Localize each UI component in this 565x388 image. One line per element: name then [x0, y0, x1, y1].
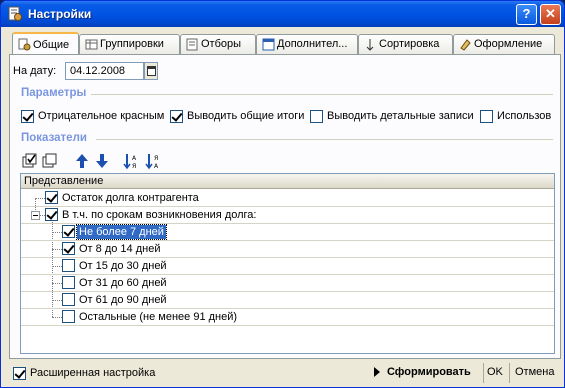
- window-title: Настройки: [28, 7, 92, 21]
- footer-separator: [483, 363, 484, 383]
- tab-groupings[interactable]: Группировки: [79, 34, 180, 54]
- checkbox[interactable]: [310, 110, 323, 123]
- calendar-icon: [147, 66, 156, 76]
- footer-separator: [509, 363, 510, 383]
- indicators-divider: [96, 139, 553, 140]
- filter-icon: [186, 38, 198, 51]
- svg-text:A: A: [154, 163, 159, 170]
- generate-button[interactable]: Сформировать: [371, 364, 481, 382]
- checkbox[interactable]: [170, 110, 183, 123]
- date-label: На дату:: [13, 65, 57, 77]
- row-checkbox[interactable]: [62, 293, 75, 306]
- tree-row[interactable]: От 8 до 14 дней: [21, 241, 554, 258]
- settings-window: Настройки ? ✕ Общие Группировки Отборы Д…: [0, 0, 565, 388]
- tree-row[interactable]: Остаток долга контрагента: [21, 190, 554, 207]
- gear-doc-icon: [18, 38, 31, 51]
- sort-icon: [366, 39, 374, 51]
- svg-text:Я: Я: [154, 155, 158, 162]
- parameters-divider: [91, 94, 553, 95]
- grid-icon: [85, 39, 98, 50]
- row-checkbox[interactable]: [45, 208, 58, 221]
- date-input[interactable]: 04.12.2008: [65, 62, 144, 80]
- close-button[interactable]: ✕: [540, 4, 561, 25]
- check-all-icon[interactable]: [21, 152, 39, 170]
- calendar-button[interactable]: [144, 62, 158, 80]
- tree-row-selected[interactable]: Не более 7 дней: [21, 224, 554, 241]
- tree-row[interactable]: От 31 до 60 дней: [21, 275, 554, 292]
- tab-filters[interactable]: Отборы: [180, 34, 256, 54]
- play-arrow-icon: [374, 367, 380, 377]
- checkbox[interactable]: [21, 110, 34, 123]
- parameters-title: Параметры: [21, 87, 87, 99]
- row-checkbox[interactable]: [45, 191, 58, 204]
- palette-icon: [460, 39, 471, 51]
- tree-row[interactable]: От 61 до 90 дней: [21, 292, 554, 309]
- sort-ascending-icon[interactable]: A Я: [123, 152, 141, 170]
- tab-sorting[interactable]: Сортировка: [358, 34, 453, 54]
- ok-button[interactable]: OK: [487, 366, 503, 378]
- tab-appearance[interactable]: Оформление: [453, 34, 555, 54]
- indicators-toolbar: A Я Я A: [21, 152, 221, 170]
- cancel-button[interactable]: Отмена: [515, 366, 554, 378]
- settings-doc-icon: [8, 6, 22, 21]
- advanced-settings-label: Расширенная настройка: [30, 367, 156, 379]
- tab-additional[interactable]: Дополнител...: [256, 34, 358, 54]
- row-checkbox[interactable]: [62, 259, 75, 272]
- help-button[interactable]: ?: [516, 4, 537, 25]
- title-bar: Настройки ? ✕: [1, 1, 564, 27]
- checkbox[interactable]: [480, 110, 493, 123]
- row-checkbox[interactable]: [62, 276, 75, 289]
- collapse-toggle-icon[interactable]: [31, 211, 40, 220]
- tree-row[interactable]: Остальные (не менее 91 дней): [21, 309, 554, 326]
- tree-row[interactable]: От 15 до 30 дней: [21, 258, 554, 275]
- advanced-settings-checkbox[interactable]: [13, 367, 26, 380]
- row-checkbox[interactable]: [62, 310, 75, 323]
- svg-text:Я: Я: [132, 163, 136, 170]
- svg-text:A: A: [132, 155, 137, 162]
- row-checkbox[interactable]: [62, 225, 75, 238]
- move-up-icon[interactable]: [73, 152, 91, 170]
- uncheck-all-icon[interactable]: [41, 152, 59, 170]
- sort-descending-icon[interactable]: Я A: [145, 152, 163, 170]
- row-checkbox[interactable]: [62, 242, 75, 255]
- move-down-icon[interactable]: [93, 152, 111, 170]
- tree-row[interactable]: В т.ч. по срокам возникновения долга:: [21, 207, 554, 224]
- tab-strip: Общие Группировки Отборы Дополнител... С…: [9, 32, 561, 55]
- column-header[interactable]: Представление: [21, 174, 554, 189]
- indicators-title: Показатели: [21, 132, 87, 144]
- table-icon: [262, 38, 275, 51]
- indicators-tree: Представление Остаток долга контрагента …: [20, 173, 555, 354]
- tab-general[interactable]: Общие: [12, 32, 79, 55]
